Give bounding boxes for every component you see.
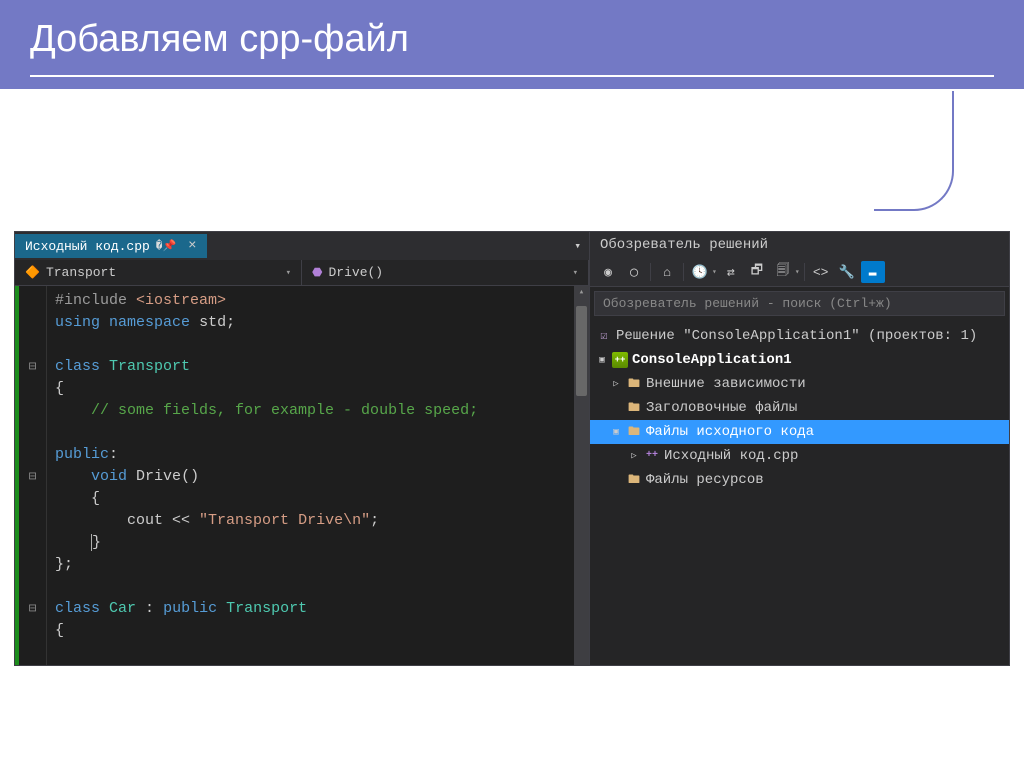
expand-icon[interactable]: ▷ bbox=[628, 444, 640, 468]
folder-icon: 🖿 bbox=[626, 472, 642, 488]
tab-overflow-icon[interactable]: ▾ bbox=[574, 239, 581, 253]
slide-body: Исходный код.cpp �📌 × ▾ 🔶 Transport ▾ ⬣ … bbox=[0, 91, 1024, 666]
pin-icon[interactable]: �📌 bbox=[156, 239, 176, 253]
cpp-file-icon: ++ bbox=[644, 448, 660, 464]
collapse-icon[interactable]: ▣ bbox=[596, 348, 608, 372]
solution-toolbar: ◉ ◯ ⌂ 🕓▾ ⇄ 🗗 🗐▾ <> 🔧 ▬ bbox=[590, 258, 1009, 287]
collapse-button[interactable]: 🗐 bbox=[771, 261, 795, 283]
external-deps-node[interactable]: ▷ 🖿 Внешние зависимости bbox=[590, 372, 1009, 396]
pending-button[interactable]: 🕓 bbox=[688, 261, 712, 283]
resources-node[interactable]: 🖿 Файлы ресурсов bbox=[590, 468, 1009, 492]
class-selector-label: Transport bbox=[46, 265, 116, 280]
solution-explorer-title: Обозреватель решений bbox=[590, 232, 1009, 258]
project-node[interactable]: ▣ ++ ConsoleApplication1 bbox=[590, 348, 1009, 372]
solution-explorer: Обозреватель решений ◉ ◯ ⌂ 🕓▾ ⇄ 🗗 🗐▾ <> … bbox=[589, 232, 1009, 665]
slide-title: Добавляем cpp-файл bbox=[0, 0, 1024, 91]
forward-button[interactable]: ◯ bbox=[622, 261, 646, 283]
file-tab-label: Исходный код.cpp bbox=[25, 239, 150, 254]
editor-tab-bar: Исходный код.cpp �📌 × ▾ bbox=[15, 232, 589, 260]
editor-body: ⬍ ⊟ ⊟ ⊟ #include <iostream> using namesp… bbox=[15, 286, 589, 665]
sync-button[interactable]: ⇄ bbox=[719, 261, 743, 283]
preview-button[interactable]: ▬ bbox=[861, 261, 885, 283]
home-button[interactable]: ⌂ bbox=[655, 261, 679, 283]
chevron-down-icon: ▾ bbox=[573, 268, 578, 278]
fold-icon[interactable]: ⊟ bbox=[19, 356, 46, 378]
class-icon: 🔶 bbox=[25, 265, 40, 280]
properties-button[interactable]: 🔧 bbox=[835, 261, 859, 283]
chevron-down-icon: ▾ bbox=[286, 268, 291, 278]
headers-node[interactable]: 🖿 Заголовочные файлы bbox=[590, 396, 1009, 420]
show-all-button[interactable]: 🗗 bbox=[745, 261, 769, 283]
code-editor[interactable]: #include <iostream> using namespace std;… bbox=[47, 286, 574, 665]
editor-pane: Исходный код.cpp �📌 × ▾ 🔶 Transport ▾ ⬣ … bbox=[15, 232, 589, 665]
folder-icon: 🖿 bbox=[626, 376, 642, 392]
solution-icon: ☑ bbox=[596, 328, 612, 344]
class-selector[interactable]: 🔶 Transport ▾ bbox=[15, 260, 302, 285]
expand-icon[interactable]: ▷ bbox=[610, 372, 622, 396]
back-button[interactable]: ◉ bbox=[596, 261, 620, 283]
gutter: ⊟ ⊟ ⊟ bbox=[19, 286, 47, 665]
method-selector[interactable]: ⬣ Drive() ▾ bbox=[302, 260, 589, 285]
vertical-scrollbar[interactable] bbox=[574, 286, 589, 665]
visual-studio-ide: Исходный код.cpp �📌 × ▾ 🔶 Transport ▾ ⬣ … bbox=[14, 231, 1010, 666]
method-icon: ⬣ bbox=[312, 265, 322, 280]
folder-icon: 🖿 bbox=[626, 424, 642, 440]
close-icon[interactable]: × bbox=[188, 238, 196, 254]
fold-icon[interactable]: ⊟ bbox=[19, 598, 46, 620]
solution-node[interactable]: ☑ Решение "ConsoleApplication1" (проекто… bbox=[590, 324, 1009, 348]
method-selector-label: Drive() bbox=[328, 265, 383, 280]
navigation-bar: 🔶 Transport ▾ ⬣ Drive() ▾ bbox=[15, 260, 589, 286]
file-tab[interactable]: Исходный код.cpp �📌 × bbox=[15, 234, 207, 258]
solution-search-input[interactable]: Обозреватель решений - поиск (Ctrl+ж) bbox=[594, 291, 1005, 316]
scrollbar-thumb[interactable] bbox=[576, 306, 587, 396]
source-file-node[interactable]: ▷ ++ Исходный код.cpp bbox=[590, 444, 1009, 468]
decorative-curve bbox=[874, 91, 954, 211]
project-icon: ++ bbox=[612, 352, 628, 368]
collapse-icon[interactable]: ▣ bbox=[610, 420, 622, 444]
source-files-node[interactable]: ▣ 🖿 Файлы исходного кода bbox=[590, 420, 1009, 444]
solution-tree: ☑ Решение "ConsoleApplication1" (проекто… bbox=[590, 320, 1009, 665]
fold-icon[interactable]: ⊟ bbox=[19, 466, 46, 488]
view-code-button[interactable]: <> bbox=[809, 261, 833, 283]
folder-icon: 🖿 bbox=[626, 400, 642, 416]
